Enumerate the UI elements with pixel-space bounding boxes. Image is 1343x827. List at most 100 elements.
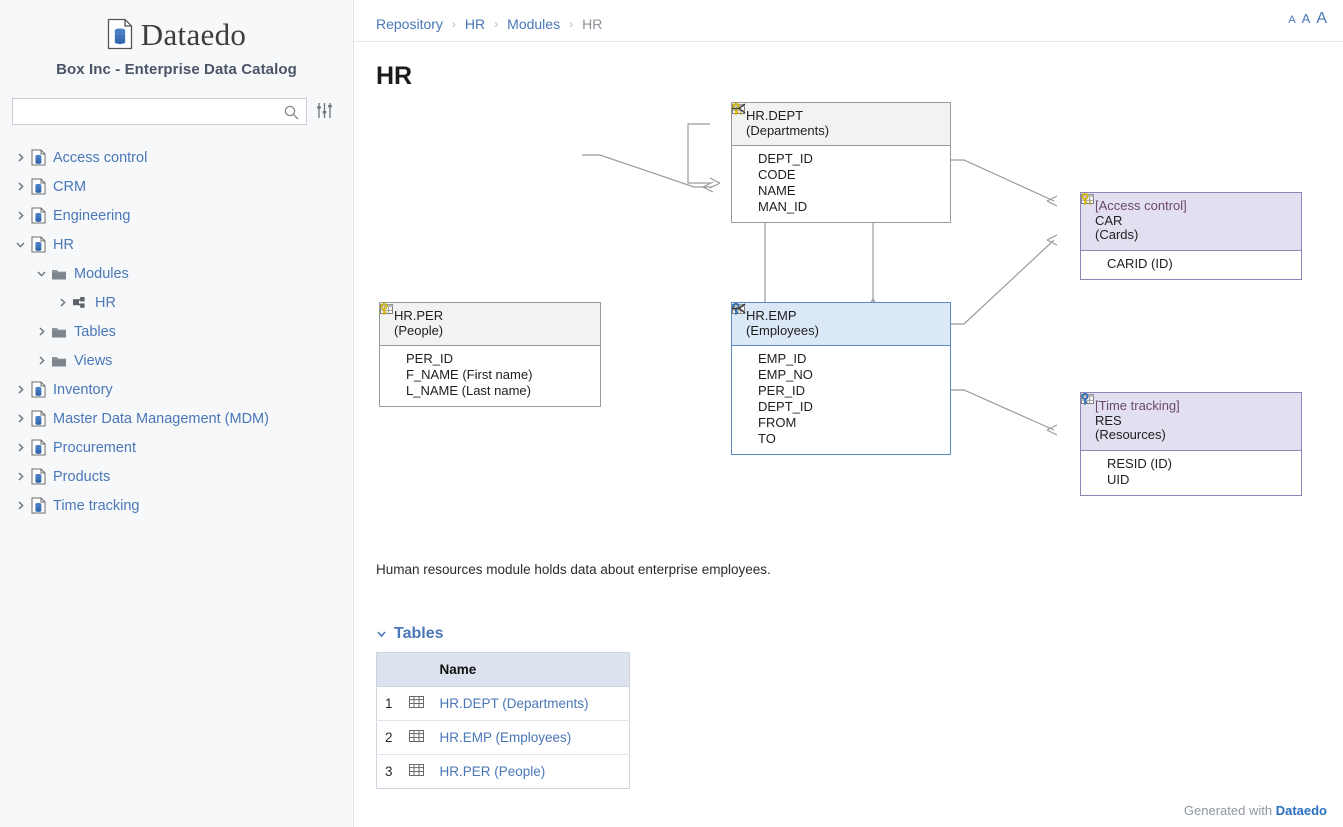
erd-entity-hr-emp[interactable]: HR.EMP(Employees)EMP_IDEMP_NOPER_IDDEPT_… <box>731 302 951 455</box>
font-size-medium-button[interactable]: A <box>1302 11 1311 26</box>
svg-text:1: 1 <box>1089 200 1093 206</box>
chevron-right-icon[interactable] <box>14 412 27 425</box>
erd-column: F_NAME (First name) <box>388 367 592 383</box>
erd-entity-car[interactable]: [Access control]CAR(Cards)1 CARID (ID) <box>1080 192 1302 280</box>
sidebar-item-label: HR <box>95 295 116 311</box>
search-input[interactable] <box>13 99 306 124</box>
database-icon <box>30 469 46 485</box>
footer-brand[interactable]: Dataedo <box>1276 803 1327 818</box>
erd-entity-caption: (People) <box>394 324 443 339</box>
erd-column-name: CODE <box>758 167 796 183</box>
database-icon <box>30 237 46 253</box>
sidebar-item-tables[interactable]: Tables <box>0 317 353 346</box>
sidebar-item-modules[interactable]: Modules <box>0 259 353 288</box>
erd-column-name: CARID (ID) <box>1107 256 1173 272</box>
table-link[interactable]: HR.PER (People) <box>440 764 546 779</box>
sidebar-item-procurement[interactable]: Procurement <box>0 433 353 462</box>
search-box[interactable] <box>12 98 307 125</box>
table-icon <box>401 721 432 755</box>
chevron-right-icon[interactable] <box>56 296 69 309</box>
chevron-down-icon[interactable] <box>376 627 387 642</box>
breadcrumb-item-modules[interactable]: Modules <box>507 16 560 32</box>
brand: Dataedo Box Inc - Enterprise Data Catalo… <box>0 0 353 78</box>
database-icon <box>30 150 46 166</box>
erd-column: 1CODE <box>740 167 942 183</box>
table-row[interactable]: 2HR.EMP (Employees) <box>377 721 630 755</box>
erd-entity-hr-dept[interactable]: HR.DEPT(Departments)DEPT_ID1CODENAMEMAN_… <box>731 102 951 223</box>
erd-column: DEPT_ID <box>740 151 942 167</box>
filter-icon[interactable] <box>316 102 333 122</box>
breadcrumb-item-hr: HR <box>582 16 602 32</box>
breadcrumb: Repository›HR›Modules›HR <box>376 16 602 32</box>
erd-entity-schema-tag: [Access control] <box>1095 199 1187 214</box>
erd-entity-caption: (Cards) <box>1095 228 1187 243</box>
erd-entity-title: HR.EMP(Employees) <box>746 309 819 338</box>
table-row[interactable]: 3HR.PER (People) <box>377 755 630 789</box>
erd-column: UID <box>1089 472 1293 488</box>
table-link[interactable]: HR.EMP (Employees) <box>440 730 572 745</box>
sidebar-item-inventory[interactable]: Inventory <box>0 375 353 404</box>
tables-section-title: Tables <box>394 625 444 643</box>
chevron-right-icon[interactable] <box>14 499 27 512</box>
sidebar-item-label: Time tracking <box>53 498 139 514</box>
font-size-large-button[interactable]: A <box>1316 10 1327 28</box>
erd-column: TO <box>740 431 942 447</box>
erd-column-name: EMP_ID <box>758 351 806 367</box>
tables-section-header[interactable]: Tables <box>376 625 630 643</box>
sidebar-item-engineering[interactable]: Engineering <box>0 201 353 230</box>
breadcrumb-item-hr[interactable]: HR <box>465 16 485 32</box>
folder-icon <box>51 353 67 369</box>
erd-entity-title: [Access control]CAR(Cards) <box>1095 199 1187 243</box>
table-icon <box>401 755 432 789</box>
erd-column: PER_ID <box>388 351 592 367</box>
sidebar-item-views[interactable]: Views <box>0 346 353 375</box>
chevron-right-icon[interactable] <box>35 354 48 367</box>
chevron-down-icon[interactable] <box>35 267 48 280</box>
erd-entity-caption: (Departments) <box>746 124 829 139</box>
sidebar-item-master-data-management-mdm[interactable]: Master Data Management (MDM) <box>0 404 353 433</box>
erd-column-name: EMP_NO <box>758 367 813 383</box>
breadcrumb-item-repository[interactable]: Repository <box>376 16 443 32</box>
chevron-right-icon[interactable] <box>14 180 27 193</box>
sidebar-item-time-tracking[interactable]: Time tracking <box>0 491 353 520</box>
chevron-right-icon[interactable] <box>14 151 27 164</box>
table-link[interactable]: HR.DEPT (Departments) <box>440 696 589 711</box>
chevron-right-icon[interactable] <box>14 209 27 222</box>
font-size-small-button[interactable]: A <box>1288 14 1295 26</box>
chevron-right-icon[interactable] <box>14 383 27 396</box>
database-icon <box>30 382 46 398</box>
erd-entity-hr-per[interactable]: HR.PER(People)PER_IDF_NAME (First name)L… <box>379 302 601 407</box>
table-icon <box>401 687 432 721</box>
erd-entity-caption: (Employees) <box>746 324 819 339</box>
chevron-right-icon[interactable] <box>14 441 27 454</box>
chevron-right-icon[interactable] <box>14 470 27 483</box>
sidebar-item-crm[interactable]: CRM <box>0 172 353 201</box>
search-icon[interactable] <box>283 104 300 124</box>
main-content: Repository›HR›Modules›HR A A A HR <box>354 0 1343 827</box>
erd-entity-schema-tag: [Time tracking] <box>1095 399 1180 414</box>
erd-column-name: PER_ID <box>406 351 453 367</box>
chevron-down-icon[interactable] <box>14 238 27 251</box>
table-row[interactable]: 1HR.DEPT (Departments) <box>377 687 630 721</box>
sidebar-item-label: Engineering <box>53 208 130 224</box>
erd-entity-header: [Access control]CAR(Cards) <box>1081 193 1301 251</box>
dataedo-logo-icon <box>107 18 133 50</box>
erd-entity-header: HR.PER(People) <box>380 303 600 346</box>
sidebar-item-label: Procurement <box>53 440 136 456</box>
database-icon <box>30 179 46 195</box>
font-size-controls[interactable]: A A A <box>1288 10 1327 28</box>
sidebar-item-label: Inventory <box>53 382 113 398</box>
sidebar-item-access-control[interactable]: Access control <box>0 143 353 172</box>
erd-column-name: DEPT_ID <box>758 151 813 167</box>
erd-entity-res[interactable]: [Time tracking]RES(Resources) RESID (ID)U… <box>1080 392 1302 496</box>
sidebar-item-products[interactable]: Products <box>0 462 353 491</box>
erd-column-name: RESID (ID) <box>1107 456 1172 472</box>
erd-entity-title: [Time tracking]RES(Resources) <box>1095 399 1180 443</box>
chevron-right-icon[interactable] <box>35 325 48 338</box>
erd-entity-name: HR.EMP <box>746 309 819 324</box>
sidebar-item-hr[interactable]: HR <box>0 230 353 259</box>
sidebar-item-label: Modules <box>74 266 129 282</box>
tables-grid: Name 1HR.DEPT (Departments)2HR.EMP (Empl… <box>376 652 630 789</box>
sidebar-item-hr[interactable]: HR <box>0 288 353 317</box>
erd-column-name: UID <box>1107 472 1129 488</box>
